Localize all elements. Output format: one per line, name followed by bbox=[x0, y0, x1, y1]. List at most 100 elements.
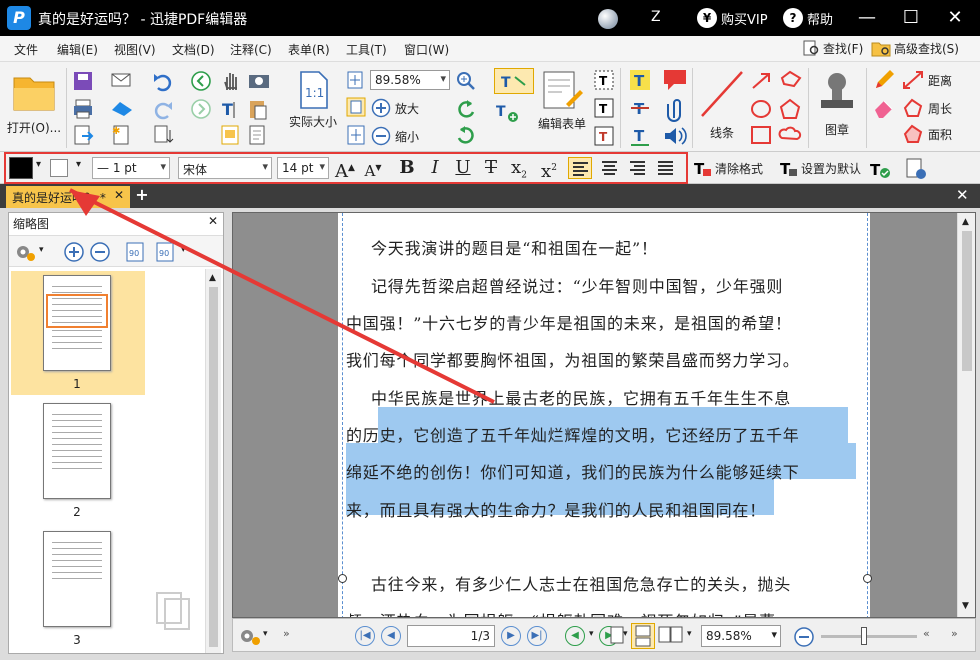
sound-icon[interactable] bbox=[662, 124, 688, 148]
continuous-page-button[interactable] bbox=[631, 623, 655, 649]
paragraph-line-2[interactable]: 记得先哲梁启超曾经说过：“少年智则中国智，少年强则 bbox=[371, 273, 783, 297]
paragraph-line-8[interactable]: 来，而且具有强大的生命力？是我们的人民和祖国同在！ bbox=[346, 497, 766, 521]
page-number-input[interactable]: 1/3 bbox=[407, 625, 495, 647]
underline-text-icon[interactable]: T bbox=[628, 124, 652, 148]
menu-window[interactable]: 窗口(W) bbox=[404, 41, 449, 58]
fit-visible-icon[interactable] bbox=[345, 124, 367, 146]
shrink-font-icon[interactable]: A▼ bbox=[362, 156, 384, 180]
close-document-icon[interactable]: ✕ bbox=[956, 186, 969, 204]
email-icon[interactable] bbox=[110, 70, 132, 90]
status-settings-icon[interactable] bbox=[237, 624, 263, 648]
doc-scroll-down-icon[interactable]: ▼ bbox=[962, 601, 969, 611]
paragraph-line-4[interactable]: 我们每个同学都要胸怀祖国，为祖国的繁荣昌盛而努力学习。 bbox=[346, 347, 800, 371]
actual-size-button[interactable]: 1:1 实际大小 bbox=[286, 70, 340, 130]
find-button[interactable]: 查找(F) bbox=[802, 39, 863, 57]
theme-moon-icon[interactable] bbox=[598, 9, 618, 29]
redo-icon[interactable] bbox=[152, 98, 174, 120]
callout-icon[interactable]: T bbox=[592, 124, 616, 148]
zoom-in-button[interactable]: 放大 bbox=[371, 98, 419, 118]
advanced-find-button[interactable]: 高级查找(S) bbox=[871, 39, 959, 57]
print-icon[interactable] bbox=[72, 98, 94, 120]
single-page-icon[interactable] bbox=[609, 625, 625, 647]
page-tools-icon[interactable] bbox=[247, 124, 269, 146]
minimize-button[interactable]: — bbox=[852, 6, 882, 30]
hand-tool-icon[interactable] bbox=[220, 68, 242, 92]
collapse-icon[interactable]: « bbox=[923, 627, 930, 640]
export-icon[interactable] bbox=[72, 124, 94, 146]
text-color-swatch[interactable] bbox=[9, 157, 33, 179]
subscript-icon[interactable]: x2 bbox=[508, 156, 530, 181]
fit-page-icon[interactable] bbox=[345, 70, 365, 90]
resize-handle-right[interactable] bbox=[863, 574, 872, 583]
next-page-button[interactable]: ▶ bbox=[501, 626, 521, 646]
paragraph-line-7[interactable]: 绵延不绝的创伤！你们可知道，我们的民族为什么能够延续下 bbox=[346, 459, 800, 483]
edit-text-tool-button[interactable]: T bbox=[494, 68, 534, 94]
back-dropdown-icon[interactable]: ▾ bbox=[589, 629, 594, 639]
maximize-button[interactable]: ☐ bbox=[896, 6, 926, 30]
menu-document[interactable]: 文档(D) bbox=[172, 41, 215, 58]
align-right-icon[interactable] bbox=[626, 157, 650, 179]
edit-form-button[interactable]: 编辑表单 bbox=[536, 70, 588, 132]
page-thumbnail-1[interactable] bbox=[43, 275, 111, 371]
cloud-tool-icon[interactable] bbox=[778, 124, 802, 146]
zoom-out-button[interactable]: 缩小 bbox=[371, 126, 419, 146]
save-icon[interactable] bbox=[72, 70, 94, 92]
document-tab[interactable]: 真的是好运吗？ * ✕ bbox=[6, 186, 130, 208]
properties-icon[interactable] bbox=[904, 157, 928, 181]
close-tab-icon[interactable]: ✕ bbox=[114, 188, 124, 202]
next-view-icon[interactable] bbox=[190, 98, 212, 120]
menu-view[interactable]: 视图(V) bbox=[114, 41, 156, 58]
select-text-icon[interactable]: T bbox=[220, 98, 244, 120]
doc-scroll-up-icon[interactable]: ▲ bbox=[962, 217, 969, 227]
doc-scroll-thumb[interactable] bbox=[962, 231, 972, 371]
paragraph-line-3[interactable]: 中国强！”十六七岁的青少年是祖国的未来，是祖国的希望！ bbox=[346, 310, 792, 334]
polygon-tool-icon[interactable] bbox=[778, 98, 802, 120]
bold-icon[interactable]: B bbox=[396, 156, 418, 180]
scroll-up-icon[interactable]: ▲ bbox=[209, 273, 216, 283]
paragraph-line-6[interactable]: 的历史，它创造了五千年灿烂辉煌的文明，它还经历了五千年 bbox=[346, 422, 800, 446]
resize-handle-left[interactable] bbox=[338, 574, 347, 583]
open-button[interactable]: 打开(O)... bbox=[6, 70, 62, 136]
thumbnail-settings-icon[interactable] bbox=[13, 241, 37, 263]
justify-icon[interactable] bbox=[654, 157, 678, 179]
facing-pages-icon[interactable] bbox=[657, 625, 685, 647]
font-family-select[interactable]: 宋体 bbox=[178, 157, 272, 179]
clear-format-button[interactable]: T 清除格式 bbox=[692, 158, 763, 178]
fill-color-dropdown-icon[interactable]: ▾ bbox=[76, 159, 81, 170]
align-center-icon[interactable] bbox=[598, 157, 622, 179]
font-size-select[interactable]: 14 pt bbox=[277, 157, 329, 179]
first-page-button[interactable]: |◀ bbox=[355, 626, 375, 646]
paste-icon[interactable] bbox=[247, 98, 269, 120]
paragraph-line-10[interactable]: 颅，洒热血，为国捐躯。“捐躯赴国难，视死忽如归。”是曹 bbox=[346, 608, 776, 617]
strikethrough-icon[interactable]: T bbox=[480, 156, 502, 180]
zoom-glass-icon[interactable] bbox=[455, 70, 477, 92]
page-thumbnail-3[interactable] bbox=[43, 531, 111, 627]
highlight-text-icon[interactable]: T bbox=[628, 68, 652, 92]
fit-width-icon[interactable] bbox=[345, 96, 367, 118]
user-name[interactable]: Z bbox=[651, 9, 661, 25]
sticky-note-icon[interactable] bbox=[662, 68, 688, 92]
rotate-left-icon[interactable] bbox=[455, 98, 477, 120]
settings-dropdown-icon[interactable]: ▾ bbox=[39, 245, 44, 255]
scan-icon[interactable] bbox=[110, 98, 134, 118]
undo-icon[interactable] bbox=[152, 70, 174, 92]
eraser-icon[interactable] bbox=[872, 96, 896, 120]
attachment-icon[interactable] bbox=[664, 96, 684, 122]
thumbnail-scrollbar[interactable]: ▲ bbox=[205, 269, 221, 653]
line-width-select[interactable]: — 1 pt bbox=[92, 157, 170, 179]
grow-font-icon[interactable]: A▲ bbox=[334, 156, 356, 182]
paragraph-line-1[interactable]: 今天我演讲的题目是“和祖国在一起”！ bbox=[371, 235, 658, 259]
expand-right-icon[interactable]: » bbox=[951, 627, 958, 640]
menu-tools[interactable]: 工具(T) bbox=[346, 41, 387, 58]
underline-icon[interactable]: U bbox=[452, 156, 474, 180]
align-left-icon[interactable] bbox=[568, 157, 592, 179]
sort-icon[interactable] bbox=[152, 124, 174, 146]
back-button[interactable]: ◀ bbox=[565, 626, 585, 646]
rotate-right-icon[interactable] bbox=[455, 124, 477, 146]
text-color-dropdown-icon[interactable]: ▾ bbox=[36, 159, 41, 170]
close-window-button[interactable]: ✕ bbox=[940, 6, 970, 30]
pencil-icon[interactable] bbox=[872, 68, 896, 92]
status-zoom-select[interactable]: 89.58% ▾ bbox=[701, 625, 781, 647]
thumbnail-zoom-in-icon[interactable] bbox=[63, 241, 85, 263]
lines-button[interactable]: 线条 bbox=[696, 68, 748, 140]
